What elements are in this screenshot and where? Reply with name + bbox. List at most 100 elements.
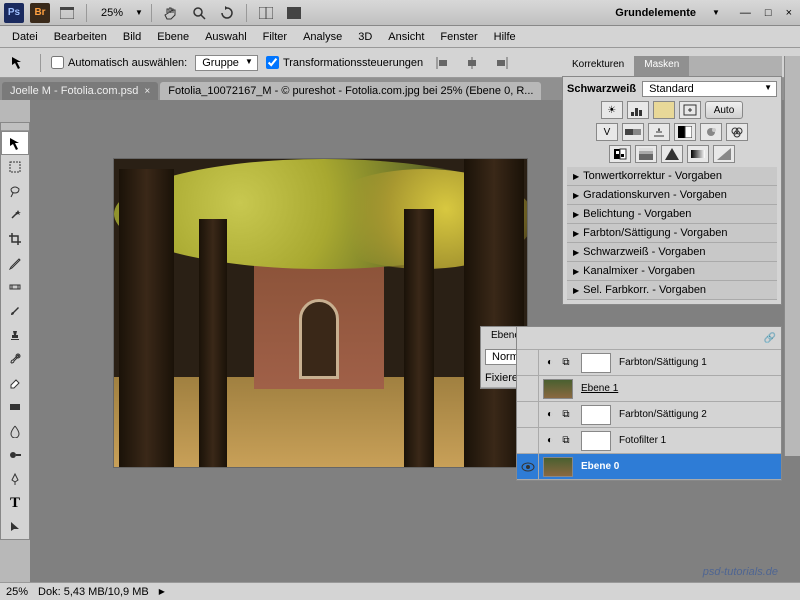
layer-thumb[interactable]: [581, 431, 611, 451]
posterize-icon[interactable]: [635, 145, 657, 163]
layout-dropdown-icon[interactable]: [56, 2, 78, 24]
visibility-toggle-icon[interactable]: [517, 402, 539, 428]
menu-hilfe[interactable]: Hilfe: [486, 28, 524, 46]
layer-thumb[interactable]: [581, 353, 611, 373]
marquee-tool-icon[interactable]: [1, 155, 29, 179]
lasso-tool-icon[interactable]: [1, 179, 29, 203]
layer-row-1[interactable]: Ebene 1: [517, 376, 781, 402]
eyedropper-tool-icon[interactable]: [1, 251, 29, 275]
collapsed-panel-dock[interactable]: [784, 56, 800, 456]
screen-mode-icon[interactable]: [283, 2, 305, 24]
align-icon-1[interactable]: [431, 52, 453, 74]
preset-gradation[interactable]: ▶Gradationskurven - Vorgaben: [567, 186, 777, 205]
hue-sat-icon[interactable]: [622, 123, 644, 141]
visibility-toggle-icon[interactable]: [517, 454, 539, 480]
tab-korrekturen[interactable]: Korrekturen: [562, 56, 634, 76]
bw-icon[interactable]: [674, 123, 696, 141]
layer-name[interactable]: Ebene 0: [577, 461, 619, 472]
bridge-icon[interactable]: Br: [30, 3, 50, 23]
tab-masken[interactable]: Masken: [634, 56, 689, 76]
move-tool-icon[interactable]: [1, 131, 29, 155]
layer-name[interactable]: Farbton/Sättigung 1: [615, 357, 707, 368]
toolbox-grip[interactable]: [1, 123, 29, 131]
auto-button[interactable]: Auto: [705, 101, 744, 119]
threshold-icon[interactable]: [661, 145, 683, 163]
menu-bearbeiten[interactable]: Bearbeiten: [46, 28, 115, 46]
align-icon-3[interactable]: [491, 52, 513, 74]
color-balance-icon[interactable]: [648, 123, 670, 141]
layer-name[interactable]: Farbton/Sättigung 2: [615, 409, 707, 420]
pen-tool-icon[interactable]: [1, 467, 29, 491]
auto-select-checkbox[interactable]: [51, 56, 64, 69]
minimize-icon[interactable]: —: [736, 7, 755, 19]
brightness-icon[interactable]: ☀: [601, 101, 623, 119]
path-select-icon[interactable]: [1, 515, 29, 539]
rotate-view-icon[interactable]: [216, 2, 238, 24]
gradient-tool-icon[interactable]: [1, 395, 29, 419]
menu-bild[interactable]: Bild: [115, 28, 149, 46]
photoshop-icon[interactable]: Ps: [4, 3, 24, 23]
preset-tonwert[interactable]: ▶Tonwertkorrektur - Vorgaben: [567, 167, 777, 186]
preset-belichtung[interactable]: ▶Belichtung - Vorgaben: [567, 205, 777, 224]
exposure-icon[interactable]: [679, 101, 701, 119]
doc-tab-1[interactable]: Joelle M - Fotolia.com.psd ×: [2, 82, 158, 100]
hand-tool-icon[interactable]: [160, 2, 182, 24]
photo-filter-icon[interactable]: [700, 123, 722, 141]
preset-schwarzweiss[interactable]: ▶Schwarzweiß - Vorgaben: [567, 243, 777, 262]
menu-auswahl[interactable]: Auswahl: [197, 28, 255, 46]
vibrance-icon[interactable]: V: [596, 123, 618, 141]
preset-selfarbkorr[interactable]: ▶Sel. Farbkorr. - Vorgaben: [567, 281, 777, 300]
levels-icon[interactable]: [627, 101, 649, 119]
preset-kanalmixer[interactable]: ▶Kanalmixer - Vorgaben: [567, 262, 777, 281]
selective-color-icon[interactable]: [713, 145, 735, 163]
arrange-docs-icon[interactable]: [255, 2, 277, 24]
layer-row-0[interactable]: ◐⧉ Farbton/Sättigung 1: [517, 350, 781, 376]
layer-row-2[interactable]: ◐⧉ Farbton/Sättigung 2: [517, 402, 781, 428]
menu-fenster[interactable]: Fenster: [432, 28, 485, 46]
align-icon-2[interactable]: [461, 52, 483, 74]
layer-thumb[interactable]: [543, 379, 573, 399]
transform-controls-checkbox[interactable]: [266, 56, 279, 69]
preset-dropdown[interactable]: Standard: [642, 81, 777, 97]
auto-select-target-dropdown[interactable]: Gruppe: [195, 55, 258, 71]
document-canvas[interactable]: [113, 158, 528, 468]
history-brush-icon[interactable]: [1, 347, 29, 371]
menu-ebene[interactable]: Ebene: [149, 28, 197, 46]
tint-swatch-icon[interactable]: [653, 101, 675, 119]
status-zoom[interactable]: 25%: [6, 586, 28, 598]
menu-ansicht[interactable]: Ansicht: [380, 28, 432, 46]
zoom-tool-icon[interactable]: [188, 2, 210, 24]
wand-tool-icon[interactable]: [1, 203, 29, 227]
layer-row-4[interactable]: Ebene 0: [517, 454, 781, 480]
doc-tab-2[interactable]: Fotolia_10072167_M - © pureshot - Fotoli…: [160, 82, 541, 100]
workspace-dropdown-icon[interactable]: ▼: [712, 8, 720, 17]
menu-3d[interactable]: 3D: [350, 28, 380, 46]
dodge-tool-icon[interactable]: [1, 443, 29, 467]
zoom-dropdown-icon[interactable]: ▼: [135, 8, 143, 17]
visibility-toggle-icon[interactable]: [517, 376, 539, 402]
zoom-level[interactable]: 25%: [95, 7, 129, 19]
preset-farbton[interactable]: ▶Farbton/Sättigung - Vorgaben: [567, 224, 777, 243]
layer-thumb[interactable]: [543, 457, 573, 477]
status-docsize[interactable]: Dok: 5,43 MB/10,9 MB: [38, 586, 149, 598]
blur-tool-icon[interactable]: [1, 419, 29, 443]
menu-analyse[interactable]: Analyse: [295, 28, 350, 46]
close-tab-icon[interactable]: ×: [144, 86, 150, 97]
visibility-toggle-icon[interactable]: [517, 428, 539, 454]
visibility-toggle-icon[interactable]: [517, 350, 539, 376]
close-icon[interactable]: ×: [782, 7, 796, 19]
layer-name[interactable]: Fotofilter 1: [615, 435, 666, 446]
menu-datei[interactable]: Datei: [4, 28, 46, 46]
stamp-tool-icon[interactable]: [1, 323, 29, 347]
channel-mixer-icon[interactable]: [726, 123, 748, 141]
invert-icon[interactable]: [609, 145, 631, 163]
layer-link-icon[interactable]: 🔗: [763, 331, 777, 345]
brush-tool-icon[interactable]: [1, 299, 29, 323]
healing-tool-icon[interactable]: [1, 275, 29, 299]
workspace-switcher[interactable]: Grundelemente: [605, 7, 706, 19]
eraser-tool-icon[interactable]: [1, 371, 29, 395]
gradient-map-icon[interactable]: [687, 145, 709, 163]
crop-tool-icon[interactable]: [1, 227, 29, 251]
layer-row-3[interactable]: ◐⧉ Fotofilter 1: [517, 428, 781, 454]
type-tool-icon[interactable]: T: [1, 491, 29, 515]
